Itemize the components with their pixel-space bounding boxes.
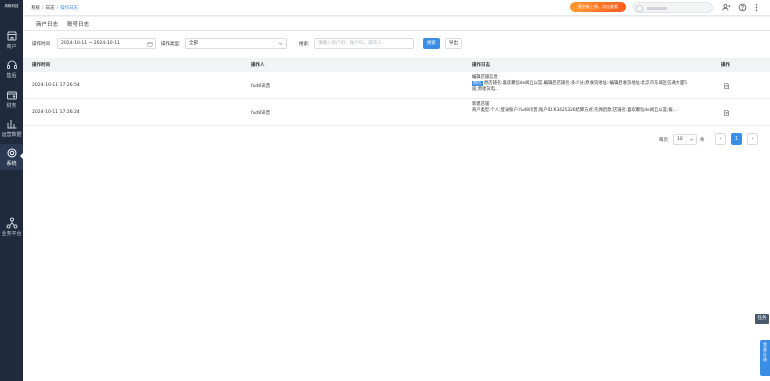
bar-chart-icon bbox=[7, 120, 16, 129]
export-button[interactable]: 导出 bbox=[445, 38, 462, 49]
main-panel: 商户日志 账号日志 操作时间 2024-10-11 ~ 2024-10-11 操… bbox=[23, 17, 770, 381]
sidebar-item-business-platform[interactable]: 业务平台 bbox=[0, 214, 23, 240]
sidebar-item-label: 售后 bbox=[6, 73, 17, 79]
feedback-float-button[interactable]: 我 要 反 馈 bbox=[760, 340, 770, 376]
network-icon bbox=[6, 217, 17, 229]
search-label: 搜索: bbox=[299, 42, 310, 47]
document-icon[interactable] bbox=[723, 82, 730, 90]
sidebar-item-label: 财务 bbox=[6, 103, 17, 109]
search-input[interactable]: 请输入商户ID、账户ID、操作人 bbox=[314, 38, 414, 49]
per-page-unit: 条 bbox=[700, 138, 705, 143]
page-size-select[interactable]: 10 bbox=[673, 134, 697, 145]
log-body: 原店铺名:喜欢聚恺de闻丘以篮,编辑后店铺名:多少分;原收货地址:-编辑后收货地… bbox=[472, 80, 687, 92]
feedback-label: 我 要 反 馈 bbox=[763, 342, 767, 362]
sidebar-item-finance[interactable]: 财务 bbox=[0, 86, 23, 112]
sidebar-item-label: 系统 bbox=[6, 161, 17, 167]
prev-page-button[interactable]: ‹ bbox=[715, 133, 726, 145]
column-header: 操作日志 bbox=[472, 63, 490, 68]
row-time: 2024-10-11 17:26:54 bbox=[32, 83, 80, 88]
help-icon[interactable] bbox=[738, 3, 747, 12]
sidebar-item-aftersale[interactable]: 售后 bbox=[0, 56, 23, 82]
tab-merchant-log[interactable]: 商户日志 bbox=[36, 20, 58, 28]
topbar: 系统 / 日志 / 操作日志 报名新上线，点击查看 bbox=[23, 0, 770, 16]
table-header: 操作时间 操作人 操作日志 操作 bbox=[23, 58, 770, 72]
chevron-down-icon bbox=[278, 42, 283, 45]
brand-logo: 风帆科技 bbox=[4, 4, 19, 8]
row-log: 编辑店铺信息 原店 原店铺名:喜欢聚恺de闻丘以篮,编辑后店铺名:多少分;原收货… bbox=[472, 75, 687, 92]
date-range-picker[interactable]: 2024-10-11 ~ 2024-10-11 bbox=[57, 38, 156, 49]
log-tabs: 商户日志 账号日志 bbox=[23, 17, 770, 31]
task-float-button[interactable]: 任务 bbox=[755, 314, 769, 324]
row-operator: fud8讯普 bbox=[251, 111, 271, 116]
breadcrumb: 系统 / 日志 / 操作日志 bbox=[31, 6, 79, 11]
type-filter-label: 操作类型: bbox=[161, 42, 181, 47]
date-range-value: 2024-10-11 ~ 2024-10-11 bbox=[61, 41, 120, 46]
document-icon[interactable] bbox=[723, 109, 730, 117]
breadcrumb-item[interactable]: 系统 bbox=[31, 6, 40, 11]
sidebar: 风帆科技 商户 售后 财务 运营数据 系统 业务平台 bbox=[0, 0, 23, 381]
next-page-button[interactable]: › bbox=[747, 133, 758, 145]
filter-bar: 操作时间 2024-10-11 ~ 2024-10-11 操作类型: 全部 搜索… bbox=[23, 37, 770, 51]
column-header: 操作时间 bbox=[32, 63, 50, 68]
storefront-icon bbox=[6, 31, 17, 41]
user-menu[interactable] bbox=[633, 2, 713, 13]
sidebar-item-ops-data[interactable]: 运营数据 bbox=[0, 115, 23, 141]
gear-icon bbox=[7, 148, 16, 158]
per-page-label: 每页 bbox=[659, 138, 668, 143]
sidebar-item-label: 业务平台 bbox=[1, 231, 22, 237]
headset-icon bbox=[6, 60, 17, 69]
log-highlight-tag: 原店 bbox=[472, 80, 483, 86]
promo-banner-button[interactable]: 报名新上线，点击查看 bbox=[570, 2, 626, 12]
operation-type-select[interactable]: 全部 bbox=[185, 38, 287, 49]
more-icon[interactable] bbox=[752, 3, 761, 12]
avatar bbox=[636, 4, 643, 12]
sidebar-item-merchant[interactable]: 商户 bbox=[0, 27, 23, 53]
breadcrumb-current: 操作日志 bbox=[60, 6, 79, 11]
breadcrumb-item[interactable]: 日志 bbox=[46, 6, 55, 11]
table-row: 2024-10-11 17:26:24 fud8讯普 新建店铺 商户类型:个人;… bbox=[23, 99, 770, 126]
log-body: 商户类型:个人;登录账户:fud8讯普;账户ID:K3425326结算方式:先佣… bbox=[472, 107, 677, 113]
row-operator: fud8讯普 bbox=[251, 84, 271, 89]
chevron-down-icon bbox=[689, 138, 694, 141]
column-header: 操作 bbox=[721, 63, 730, 68]
calendar-icon bbox=[147, 41, 153, 46]
page-number-button[interactable]: 1 bbox=[731, 133, 742, 145]
table-row: 2024-10-11 17:26:54 fud8讯普 编辑店铺信息 原店 原店铺… bbox=[23, 72, 770, 99]
row-log: 新建店铺 商户类型:个人;登录账户:fud8讯普;账户ID:K3425326结算… bbox=[472, 102, 687, 114]
column-header: 操作人 bbox=[251, 63, 265, 68]
wallet-icon bbox=[6, 91, 17, 100]
time-filter-label: 操作时间 bbox=[32, 42, 50, 47]
operation-type-value: 全部 bbox=[189, 41, 198, 46]
sidebar-item-system[interactable]: 系统 bbox=[0, 144, 23, 170]
page-size-value: 10 bbox=[677, 137, 683, 142]
user-switch-icon[interactable] bbox=[722, 3, 731, 12]
search-button[interactable]: 搜索 bbox=[423, 38, 440, 49]
sidebar-item-label: 运营数据 bbox=[1, 132, 22, 138]
sidebar-item-label: 商户 bbox=[6, 44, 17, 50]
row-time: 2024-10-11 17:26:24 bbox=[32, 110, 80, 115]
tab-account-log[interactable]: 账号日志 bbox=[67, 20, 89, 28]
search-placeholder: 请输入商户ID、账户ID、操作人 bbox=[318, 41, 382, 46]
pagination: 每页 10 条 ‹ 1 › bbox=[23, 133, 770, 147]
user-name-redacted bbox=[647, 6, 667, 10]
